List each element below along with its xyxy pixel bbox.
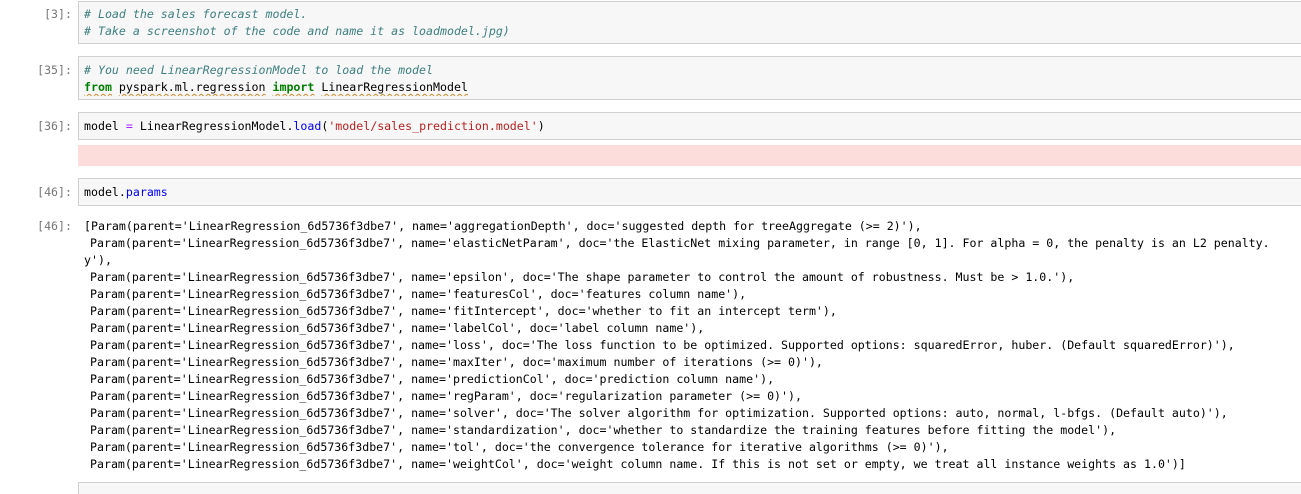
output-line: Param(parent='LinearRegression_6d5736f3d… [90, 236, 1270, 250]
class-ref: LinearRegressionModel. [139, 119, 294, 133]
code-line: model.params [84, 184, 1296, 201]
paren-close: ) [537, 119, 545, 133]
cell-3-prompt: [3]: [44, 7, 72, 21]
code-comment: # You need LinearRegressionModel to load… [84, 63, 434, 77]
cell-46-output: [Param(parent='LinearRegression_6d5736f3… [84, 218, 1301, 474]
cell-46-prompt: [46]: [37, 185, 72, 199]
string-literal: 'model/sales_prediction.model' [328, 119, 538, 133]
code-line: model = LinearRegressionModel.load('mode… [84, 118, 1296, 135]
module-name: pyspark.ml.regression [118, 80, 266, 94]
cell-36-input[interactable]: model = LinearRegressionModel.load('mode… [78, 112, 1301, 140]
object-ref: model. [84, 185, 126, 199]
cell-3-input[interactable]: # Load the sales forecast model. # Take … [78, 1, 1301, 44]
output-line: Param(parent='LinearRegression_6d5736f3d… [90, 389, 802, 403]
output-line: Param(parent='LinearRegression_6d5736f3d… [90, 270, 1075, 284]
output-line: Param(parent='LinearRegression_6d5736f3d… [90, 355, 823, 369]
attribute-name: params [125, 185, 168, 199]
operator: = [125, 119, 133, 133]
code-comment: # Load the sales forecast model. [84, 7, 308, 21]
output-line: Param(parent='LinearRegression_6d5736f3d… [90, 287, 747, 301]
method-name: load [293, 119, 322, 133]
output-line: Param(parent='LinearRegression_6d5736f3d… [90, 372, 775, 386]
output-line: Param(parent='LinearRegression_6d5736f3d… [90, 440, 949, 454]
import-statement: from pyspark.ml.regression import Linear… [84, 79, 1296, 96]
output-line: Param(parent='LinearRegression_6d5736f3d… [90, 423, 1117, 437]
code-comment: # Take a screenshot of the code and name… [84, 24, 510, 38]
output-line: [Param(parent='LinearRegression_6d5736f3… [84, 219, 922, 233]
cell-35-input[interactable]: # You need LinearRegressionModel to load… [78, 56, 1301, 100]
from-keyword: from [84, 80, 112, 94]
next-cell-input[interactable] [78, 482, 1301, 494]
output-line: Param(parent='LinearRegression_6d5736f3d… [90, 338, 1235, 352]
cell-36-prompt: [36]: [37, 119, 72, 133]
stderr-output [78, 145, 1301, 166]
output-line: y'), [84, 253, 112, 267]
output-line: Param(parent='LinearRegression_6d5736f3d… [90, 457, 1186, 471]
output-46-prompt: [46]: [37, 219, 72, 233]
cell-35-prompt: [35]: [37, 63, 72, 77]
output-line: Param(parent='LinearRegression_6d5736f3d… [90, 406, 1228, 420]
output-line: Param(parent='LinearRegression_6d5736f3d… [90, 304, 837, 318]
class-name: LinearRegressionModel [321, 80, 468, 94]
output-line: Param(parent='LinearRegression_6d5736f3d… [90, 321, 705, 335]
import-keyword: import [272, 80, 315, 94]
cell-46-input[interactable]: model.params [78, 178, 1301, 206]
variable: model [84, 119, 119, 133]
